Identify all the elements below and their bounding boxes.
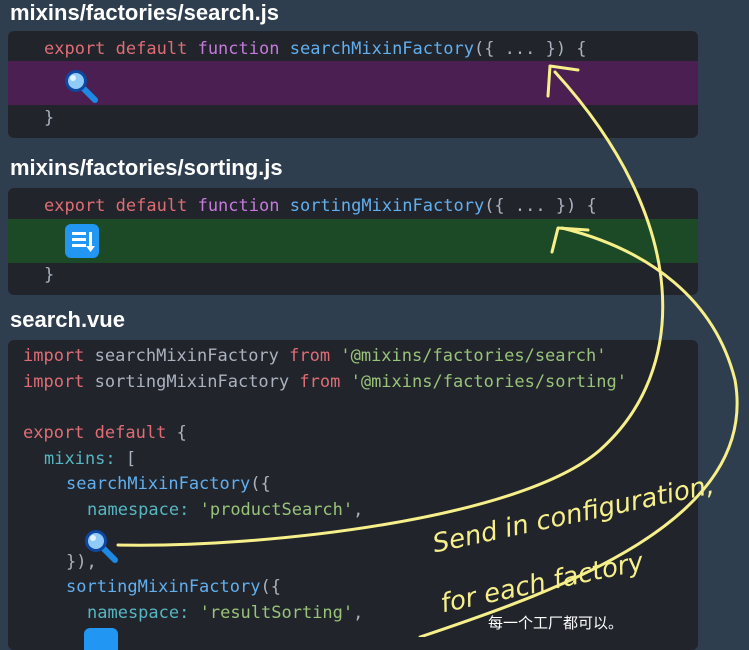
comma: , — [353, 500, 364, 520]
open-brace: { — [176, 423, 187, 443]
namespace-value: 'productSearch' — [199, 500, 354, 520]
namespace-key: namespace: — [87, 500, 190, 520]
code-panel-search-factory: export default function searchMixinFacto… — [8, 31, 698, 138]
params: ({ ... }) { — [484, 196, 597, 216]
open-bracket: [ — [125, 449, 137, 469]
function-name: searchMixinFactory — [289, 39, 474, 59]
import-name: searchMixinFactory — [94, 346, 279, 366]
namespace-line-search: namespace: 'productSearch', — [87, 497, 363, 523]
highlight-band-sorting — [8, 219, 698, 263]
export-default-line: export default { — [23, 420, 187, 446]
keyword-default: default — [94, 423, 167, 443]
comma: , — [353, 603, 364, 623]
import-path: '@mixins/factories/sorting' — [350, 372, 627, 392]
keyword-default: default — [115, 39, 188, 59]
list-sort-icon — [65, 224, 99, 258]
keyword-from: from — [289, 346, 331, 366]
keyword-function: function — [197, 39, 280, 59]
keyword-export: export — [44, 39, 106, 59]
keyword-function: function — [197, 196, 280, 216]
sorting-factory-call: sortingMixinFactory({ — [66, 574, 281, 600]
highlight-band-search — [8, 61, 698, 105]
file-title-search-vue: search.vue — [10, 307, 125, 332]
keyword-export: export — [23, 423, 85, 443]
magnifier-icon — [65, 70, 98, 103]
code-panel-sorting-factory: export default function sortingMixinFact… — [8, 188, 698, 295]
function-name: sortingMixinFactory — [289, 196, 485, 216]
file-title-sorting-factory: mixins/factories/sorting.js — [10, 155, 283, 180]
close-call-search: }), — [66, 552, 97, 572]
keyword-from: from — [299, 372, 341, 392]
function-name: sortingMixinFactory — [66, 577, 261, 597]
subtitle-caption: 每一个工厂都可以。 — [488, 614, 624, 632]
import-line-sorting: import sortingMixinFactory from '@mixins… — [23, 369, 627, 395]
mixins-line: mixins: [ — [44, 446, 136, 472]
open-paren: ({ — [250, 474, 271, 494]
keyword-import: import — [23, 346, 85, 366]
keyword-import: import — [23, 372, 85, 392]
import-path: '@mixins/factories/search' — [340, 346, 607, 366]
file-title-search-factory: mixins/factories/search.js — [10, 0, 280, 25]
params: ({ ... }) { — [473, 39, 587, 59]
mixins-key: mixins: — [44, 449, 116, 469]
namespace-line-sorting: namespace: 'resultSorting', — [87, 600, 363, 626]
namespace-value: 'resultSorting' — [199, 603, 354, 623]
keyword-export: export — [44, 196, 106, 216]
namespace-key: namespace: — [87, 603, 190, 623]
import-name: sortingMixinFactory — [94, 372, 290, 392]
closing-brace-sorting: } — [44, 265, 55, 285]
search-factory-call: searchMixinFactory({ — [66, 471, 271, 497]
code-line-export-search: export default function searchMixinFacto… — [44, 36, 587, 62]
open-paren: ({ — [260, 577, 281, 597]
closing-brace-search: } — [44, 108, 55, 128]
import-line-search: import searchMixinFactory from '@mixins/… — [23, 343, 606, 369]
code-line-export-sorting: export default function sortingMixinFact… — [44, 193, 597, 219]
function-name: searchMixinFactory — [66, 474, 251, 494]
keyword-default: default — [115, 196, 188, 216]
list-sort-icon — [84, 628, 118, 650]
